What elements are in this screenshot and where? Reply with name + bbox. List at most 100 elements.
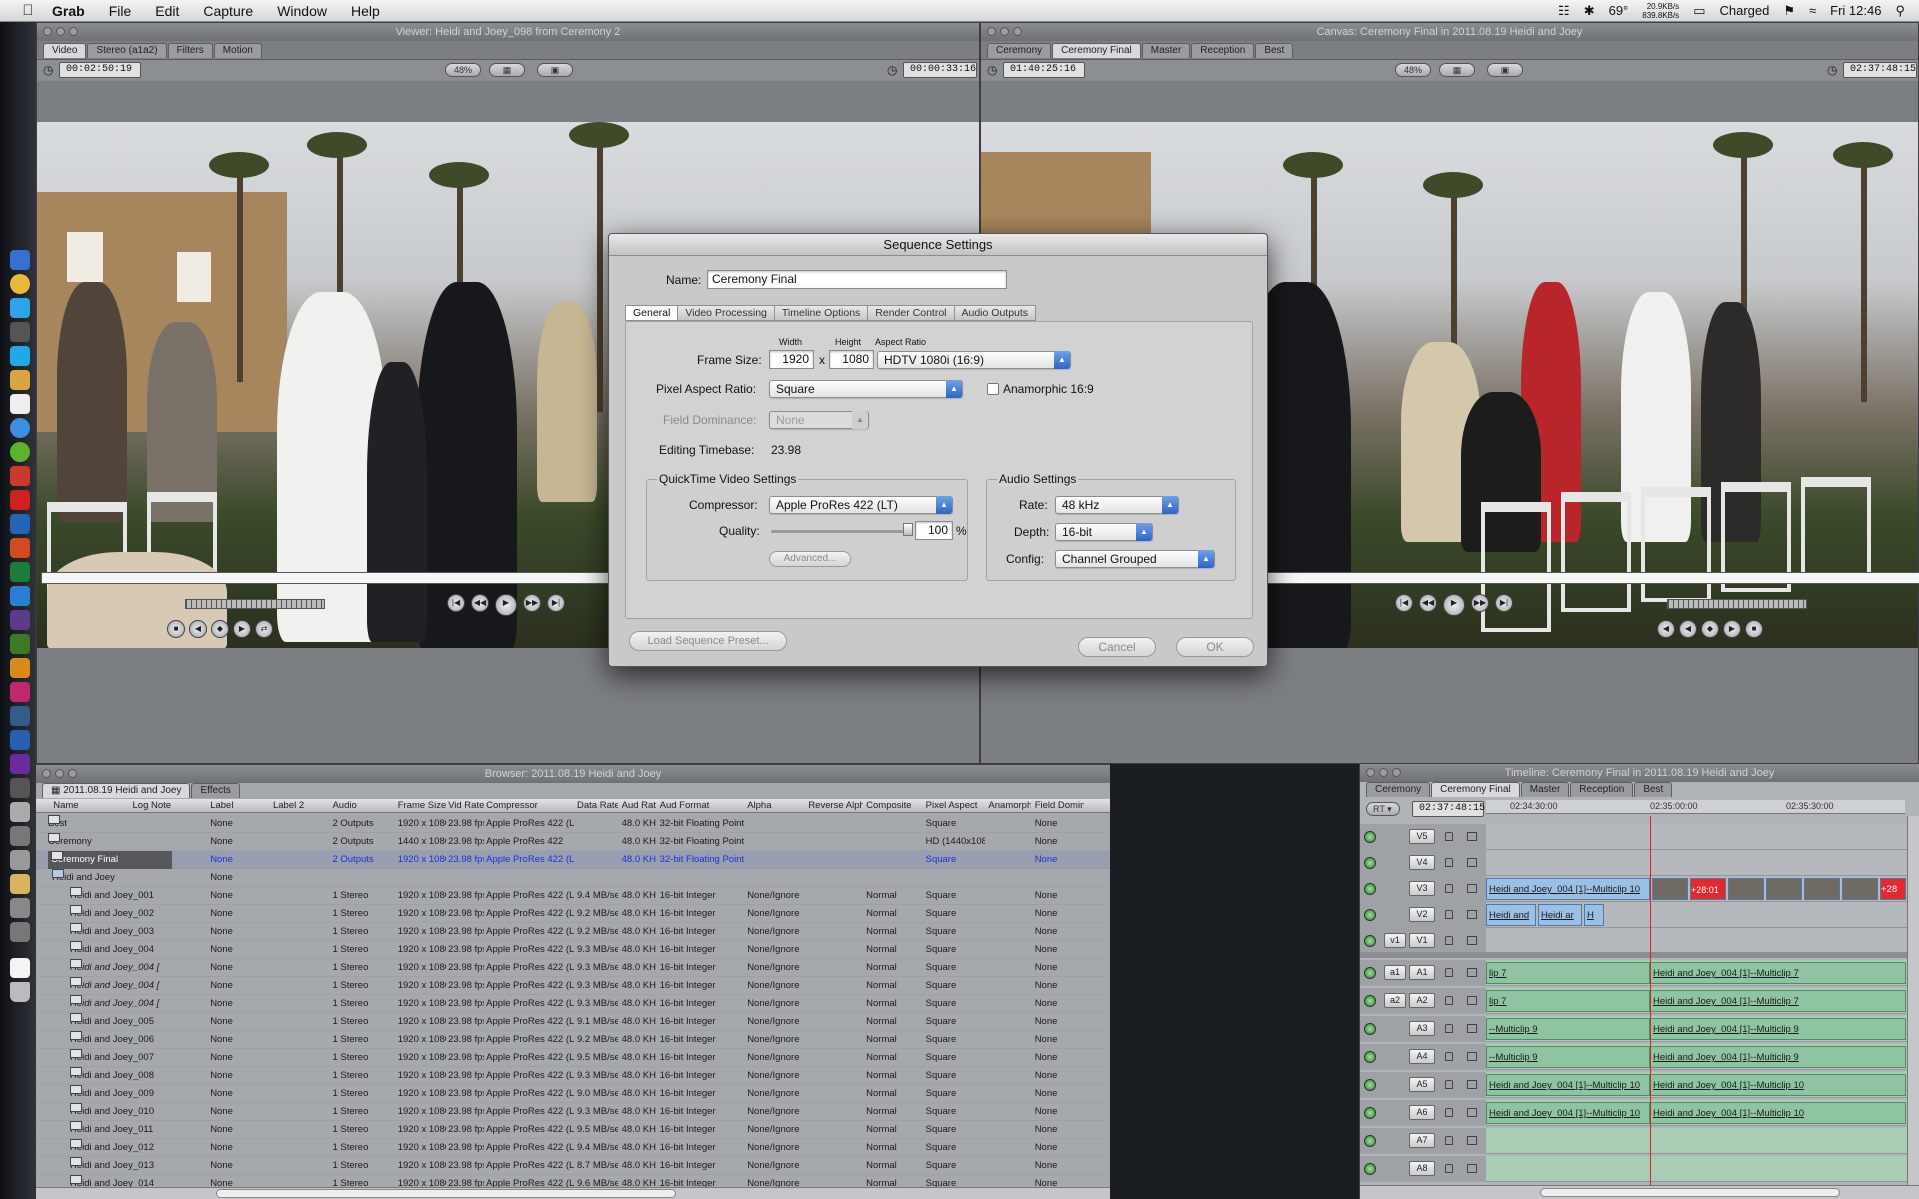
timeline-clip[interactable]: Heidi and Joey_004 [1]--Multiclip 10	[1650, 1074, 1906, 1096]
column-header[interactable]: Frame Size	[398, 799, 446, 812]
track-visibility-icon[interactable]	[1364, 1135, 1376, 1147]
dock-lightroom-icon[interactable]	[10, 706, 30, 726]
zoom-icon[interactable]	[1392, 768, 1401, 777]
track-visibility-icon[interactable]	[1364, 1051, 1376, 1063]
column-header[interactable]: Vid Rate	[448, 799, 484, 812]
tab-reception[interactable]: Reception	[1191, 43, 1255, 58]
tab-master[interactable]: Master	[1520, 782, 1570, 797]
table-row[interactable]: Heidi and Joey_002 None 1 Stereo 1920 x 108…	[36, 905, 1110, 923]
dock-photoshop-icon[interactable]	[10, 586, 30, 606]
auto-select-icon[interactable]	[1467, 1164, 1477, 1173]
network-speed[interactable]: 20.9KB/s 839.8KB/s	[1642, 2, 1679, 20]
table-row[interactable]: Heidi and Joey_008 None 1 Stereo 1920 x 108…	[36, 1067, 1110, 1085]
track-a3[interactable]: A3 --Multiclip 9 Heidi and Joey_004 [1]--M…	[1360, 1016, 1919, 1042]
clip-thumbnail[interactable]	[1728, 878, 1764, 900]
column-header[interactable]: Composite	[866, 799, 922, 812]
track-v4[interactable]: V4	[1360, 850, 1919, 876]
table-row[interactable]: Best None 2 Outputs 1920 x 108023.98 fpsApp…	[36, 815, 1110, 833]
track-a7[interactable]: A7	[1360, 1128, 1919, 1154]
playhead[interactable]	[1650, 816, 1651, 1186]
mark-out-icon[interactable]: ▶	[233, 620, 251, 638]
track-name[interactable]: A5	[1409, 1077, 1435, 1092]
dock-calendar-icon[interactable]	[10, 394, 30, 414]
audio-config-popup[interactable]: Channel Grouped ▲	[1055, 550, 1215, 568]
track-name[interactable]: V1	[1409, 933, 1435, 948]
timeline-vertical-scrollbar[interactable]	[1907, 816, 1919, 1186]
play-button[interactable]: ▶	[495, 594, 517, 616]
play-around-button[interactable]: ▶|	[1495, 594, 1513, 612]
mark-out-icon[interactable]: ▶	[1723, 620, 1741, 638]
column-header[interactable]: Aud Format	[660, 799, 744, 812]
track-name[interactable]: A1	[1409, 965, 1435, 980]
track-a1[interactable]: a1 A1 lip 7 Heidi and Joey_004 [1]--Multicl…	[1360, 960, 1919, 986]
menu-window[interactable]: Window	[265, 3, 339, 19]
auto-select-icon[interactable]	[1467, 1080, 1477, 1089]
previous-edit-button[interactable]: ◀◀	[1419, 594, 1437, 612]
track-visibility-icon[interactable]	[1364, 995, 1376, 1007]
dock-app-icon[interactable]	[10, 874, 30, 894]
mark-in-button[interactable]: |◀	[1395, 594, 1413, 612]
audio-rate-popup[interactable]: 48 kHz ▲	[1055, 496, 1179, 514]
spotlight-search-icon[interactable]: ⚲	[1895, 3, 1905, 19]
viewer-zoom-popup[interactable]: 48%	[445, 63, 481, 77]
lock-icon[interactable]	[1445, 996, 1453, 1005]
clip-thumbnail[interactable]	[1842, 878, 1878, 900]
track-visibility-icon[interactable]	[1364, 909, 1376, 921]
dock-app-icon[interactable]	[10, 922, 30, 942]
canvas-current-timecode[interactable]: 02:37:48:15	[1843, 62, 1917, 78]
viewer-view-popup[interactable]: ▦	[489, 63, 525, 77]
column-header[interactable]: Log Note	[133, 799, 207, 812]
dock-chrome-icon[interactable]	[10, 274, 30, 294]
canvas-duration-timecode[interactable]: 01:40:25:16	[1003, 62, 1085, 78]
table-row[interactable]: Heidi and Joey_009 None 1 Stereo 1920 x 108…	[36, 1085, 1110, 1103]
lock-icon[interactable]	[1445, 936, 1453, 945]
mark-in-button[interactable]: |◀	[447, 594, 465, 612]
height-field[interactable]: 1080	[829, 350, 874, 369]
audio-depth-popup[interactable]: 16-bit ▲	[1055, 523, 1153, 541]
offset-badge[interactable]: +28	[1880, 878, 1906, 900]
timeline-clip[interactable]: lip 7	[1486, 962, 1650, 984]
table-row[interactable]: ▼Heidi and Joey None	[36, 869, 1110, 887]
timeline-clip[interactable]: Heidi and Joey_004 [1]--Multiclip 10	[1486, 878, 1650, 900]
timeline-clip[interactable]: Heidi and Joey_004 [1]--Multiclip 10	[1650, 1102, 1906, 1124]
column-header[interactable]: Alpha	[747, 799, 805, 812]
tab-ceremony[interactable]: Ceremony	[1366, 782, 1431, 797]
table-row[interactable]: Heidi and Joey_007 None 1 Stereo 1920 x 108…	[36, 1049, 1110, 1067]
dock-spotify-icon[interactable]	[10, 442, 30, 462]
match-frame-button[interactable]: ■	[167, 620, 185, 638]
timeline-clip[interactable]: Heidi and Joey_004 [1]--Multiclip 7	[1650, 962, 1906, 984]
timeline-clip[interactable]: Heidi and Joey_004 [1]--Multiclip 9	[1650, 1046, 1906, 1068]
tab-effects[interactable]: Effects	[191, 783, 240, 798]
lock-icon[interactable]	[1445, 1052, 1453, 1061]
dock-excel-icon[interactable]	[10, 562, 30, 582]
dock-app-icon[interactable]	[10, 898, 30, 918]
dock-app-icon[interactable]	[10, 490, 30, 510]
table-row[interactable]: Ceremony Final None 2 Outputs 1920 x 1080 23…	[36, 851, 1110, 869]
lock-icon[interactable]	[1445, 1108, 1453, 1117]
track-v5[interactable]: V5	[1360, 824, 1919, 850]
track-name[interactable]: V4	[1409, 855, 1435, 870]
apple-menu-icon[interactable]: 	[16, 2, 40, 19]
viewer-current-timecode[interactable]: 00:00:33:16	[903, 62, 977, 78]
dock-camera-icon[interactable]	[10, 322, 30, 342]
battery-icon[interactable]: ▭	[1693, 3, 1705, 19]
aspect-ratio-popup[interactable]: HDTV 1080i (16:9) ▲	[877, 351, 1071, 369]
timeline-clip[interactable]: --Multiclip 9	[1486, 1018, 1650, 1040]
menu-edit[interactable]: Edit	[143, 3, 191, 19]
track-name[interactable]: V2	[1409, 907, 1435, 922]
table-row[interactable]: Heidi and Joey_011 None 1 Stereo 1920 x 108…	[36, 1121, 1110, 1139]
minimize-icon[interactable]	[56, 27, 65, 36]
tab-general[interactable]: General	[625, 305, 679, 321]
track-a4[interactable]: A4 --Multiclip 9 Heidi and Joey_004 [1]--M…	[1360, 1044, 1919, 1070]
close-icon[interactable]	[1366, 768, 1375, 777]
compressor-popup[interactable]: Apple ProRes 422 (LT) ▲	[769, 496, 953, 514]
add-marker-button[interactable]: ◆	[211, 620, 229, 638]
track-v1[interactable]: v1 V1	[1360, 928, 1919, 954]
table-row[interactable]: Heidi and Joey_004 [None 1 Stereo 1920 x 1…	[36, 995, 1110, 1013]
dock-indesign-icon[interactable]	[10, 682, 30, 702]
dock-app-icon[interactable]	[10, 466, 30, 486]
track-name[interactable]: V3	[1409, 881, 1435, 896]
column-header[interactable]: Audio	[332, 799, 393, 812]
clip-thumbnail[interactable]	[1766, 878, 1802, 900]
track-name[interactable]: A8	[1409, 1161, 1435, 1176]
